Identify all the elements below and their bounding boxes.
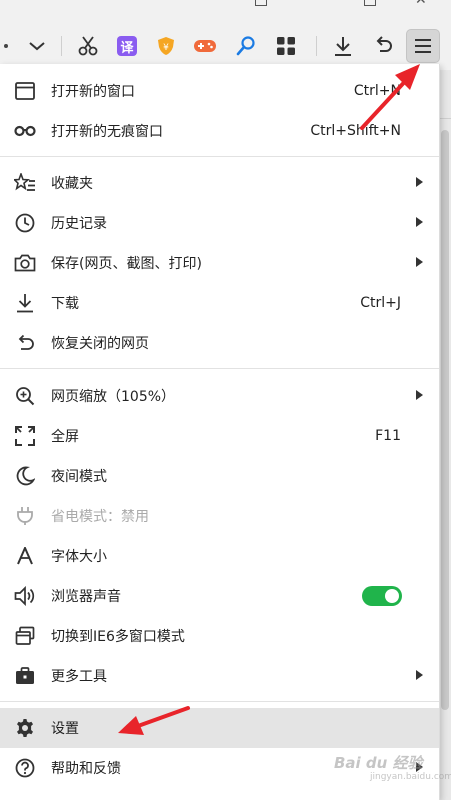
menu-item-new-incognito-window[interactable]: 打开新的无痕窗口 Ctrl+Shift+N xyxy=(0,111,439,151)
moon-icon xyxy=(14,465,36,487)
scrollbar-thumb[interactable] xyxy=(441,130,449,710)
menu-item-label: 历史记录 xyxy=(51,216,107,232)
font-icon xyxy=(14,545,36,567)
menu-item-night-mode[interactable]: 夜间模式 xyxy=(0,456,439,496)
help-icon xyxy=(14,757,36,779)
menu-item-settings[interactable]: 设置 xyxy=(0,708,439,748)
speaker-icon xyxy=(14,585,36,607)
window-titlebar: ✕ xyxy=(0,0,451,22)
menu-item-shortcut: F11 xyxy=(375,428,401,444)
dot-icon[interactable] xyxy=(0,30,22,62)
undo-icon xyxy=(14,332,36,354)
shield-icon[interactable]: ¥ xyxy=(150,30,182,62)
undo-icon[interactable] xyxy=(367,30,399,62)
menu-divider xyxy=(0,368,439,369)
menu-item-label: 网页缩放（105%） xyxy=(51,389,176,405)
download-icon xyxy=(14,292,36,314)
hamburger-menu-icon xyxy=(415,39,431,53)
toolbar-separator xyxy=(316,36,317,56)
incognito-icon xyxy=(14,120,36,142)
menu-item-label: 省电模式：禁用 xyxy=(51,509,149,525)
menu-item-shortcut: Ctrl+N xyxy=(353,83,401,99)
sound-toggle-switch[interactable] xyxy=(362,586,402,606)
browser-toolbar: 译 ¥ xyxy=(0,22,451,70)
gear-icon xyxy=(14,717,36,739)
menu-item-ie6-mode[interactable]: 切换到IE6多窗口模式 xyxy=(0,616,439,656)
menu-item-label: 恢复关闭的网页 xyxy=(51,336,149,352)
menu-item-browser-sound[interactable]: 浏览器声音 xyxy=(0,576,439,616)
svg-text:¥: ¥ xyxy=(163,43,169,53)
menu-item-label: 保存(网页、截图、打印) xyxy=(51,256,202,272)
toggle-knob xyxy=(385,589,399,603)
menu-item-label: 切换到IE6多窗口模式 xyxy=(51,629,185,645)
menu-item-label: 夜间模式 xyxy=(51,469,107,485)
menu-item-page-zoom[interactable]: 网页缩放（105%） xyxy=(0,376,439,416)
windows-stack-icon xyxy=(14,625,36,647)
main-menu-dropdown: 打开新的窗口 Ctrl+N 打开新的无痕窗口 Ctrl+Shift+N 收藏夹 … xyxy=(0,64,440,800)
translate-button[interactable]: 译 xyxy=(111,30,143,62)
menu-item-new-window[interactable]: 打开新的窗口 Ctrl+N xyxy=(0,71,439,111)
submenu-arrow-icon xyxy=(416,217,423,227)
menu-item-restore-closed[interactable]: 恢复关闭的网页 xyxy=(0,323,439,363)
menu-item-shortcut: Ctrl+Shift+N xyxy=(310,123,401,139)
apps-grid-icon[interactable] xyxy=(270,30,302,62)
menu-item-power-saving: 省电模式：禁用 xyxy=(0,496,439,536)
submenu-arrow-icon xyxy=(416,670,423,680)
star-list-icon xyxy=(14,172,36,194)
fullscreen-icon xyxy=(14,425,36,447)
submenu-arrow-icon xyxy=(416,257,423,267)
toolbar-separator xyxy=(61,36,62,56)
zoom-icon xyxy=(14,385,36,407)
page-edge-line xyxy=(439,118,451,119)
menu-item-favorites[interactable]: 收藏夹 xyxy=(0,163,439,203)
minimize-button[interactable] xyxy=(255,0,267,6)
menu-item-label: 更多工具 xyxy=(51,669,107,685)
watermark-logo: Bai du 经验 xyxy=(334,754,423,772)
menu-item-save-page[interactable]: 保存(网页、截图、打印) xyxy=(0,243,439,283)
menu-item-label: 收藏夹 xyxy=(51,176,93,192)
gamepad-icon[interactable] xyxy=(189,30,221,62)
toolbox-icon xyxy=(14,665,36,687)
menu-item-downloads[interactable]: 下载 Ctrl+J xyxy=(0,283,439,323)
download-icon[interactable] xyxy=(327,30,359,62)
menu-item-label: 打开新的窗口 xyxy=(51,84,135,100)
menu-item-history[interactable]: 历史记录 xyxy=(0,203,439,243)
menu-item-label: 字体大小 xyxy=(51,549,107,565)
menu-divider xyxy=(0,701,439,702)
menu-item-shortcut: Ctrl+J xyxy=(360,295,401,311)
menu-item-label: 帮助和反馈 xyxy=(51,761,121,777)
menu-item-fullscreen[interactable]: 全屏 F11 xyxy=(0,416,439,456)
chevron-down-icon[interactable] xyxy=(21,30,53,62)
watermark-url: jingyan.baidu.com xyxy=(370,772,451,782)
camera-icon xyxy=(14,252,36,274)
maximize-button[interactable] xyxy=(364,0,376,6)
page-scrollbar[interactable] xyxy=(439,70,451,800)
menu-item-label: 打开新的无痕窗口 xyxy=(51,124,163,140)
plug-icon xyxy=(14,505,36,527)
menu-item-font-size[interactable]: 字体大小 xyxy=(0,536,439,576)
menu-item-label: 设置 xyxy=(51,721,79,737)
menu-item-more-tools[interactable]: 更多工具 xyxy=(0,656,439,696)
search-key-icon[interactable] xyxy=(230,30,262,62)
translate-icon: 译 xyxy=(117,36,137,56)
menu-item-label: 全屏 xyxy=(51,429,79,445)
window-icon xyxy=(14,80,36,102)
menu-divider xyxy=(0,156,439,157)
clock-icon xyxy=(14,212,36,234)
main-menu-button[interactable] xyxy=(406,29,440,63)
scissors-icon[interactable] xyxy=(72,30,104,62)
menu-item-label: 下载 xyxy=(51,296,79,312)
menu-item-label: 浏览器声音 xyxy=(51,589,121,605)
submenu-arrow-icon xyxy=(416,177,423,187)
submenu-arrow-icon xyxy=(416,390,423,400)
